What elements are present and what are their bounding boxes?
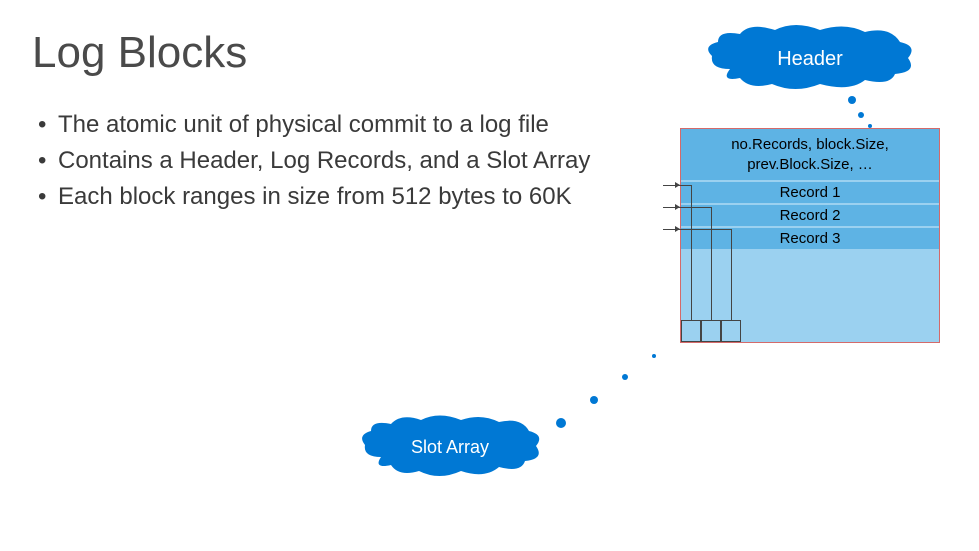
pointer-line	[663, 207, 711, 208]
bullet-item: Each block ranges in size from 512 bytes…	[32, 182, 592, 212]
connector-dot	[858, 112, 864, 118]
callout-header-cloud: Header	[700, 24, 920, 94]
bullet-item: Contains a Header, Log Records, and a Sl…	[32, 146, 592, 176]
page-title: Log Blocks	[32, 28, 247, 78]
slot-array	[681, 320, 741, 342]
pointer-arrow	[675, 226, 680, 232]
connector-dot	[652, 354, 656, 358]
connector-dot	[848, 96, 856, 104]
log-block-diagram: no.Records, block.Size, prev.Block.Size,…	[680, 128, 940, 343]
connector-dot	[590, 396, 598, 404]
callout-header-label: Header	[777, 48, 843, 71]
bullet-item: The atomic unit of physical commit to a …	[32, 110, 592, 140]
slot-cell	[721, 320, 741, 342]
block-record: Record 1	[681, 182, 939, 203]
block-record: Record 2	[681, 205, 939, 226]
block-header-line: prev.Block.Size, …	[685, 155, 935, 175]
block-header-line: no.Records, block.Size,	[685, 135, 935, 155]
pointer-arrow	[675, 204, 680, 210]
pointer-line	[731, 229, 732, 321]
block-header: no.Records, block.Size, prev.Block.Size,…	[681, 129, 939, 180]
callout-slot-array-cloud: Slot Array	[355, 415, 545, 480]
block-record: Record 3	[681, 228, 939, 249]
pointer-line	[663, 229, 731, 230]
bullet-list: The atomic unit of physical commit to a …	[32, 110, 592, 218]
callout-slot-array-label: Slot Array	[411, 437, 489, 458]
connector-dot	[622, 374, 628, 380]
slot-cell	[681, 320, 701, 342]
slot-cell	[701, 320, 721, 342]
pointer-arrow	[675, 182, 680, 188]
pointer-line	[691, 185, 692, 321]
connector-dot	[556, 418, 566, 428]
pointer-line	[663, 185, 664, 186]
pointer-line	[711, 207, 712, 321]
